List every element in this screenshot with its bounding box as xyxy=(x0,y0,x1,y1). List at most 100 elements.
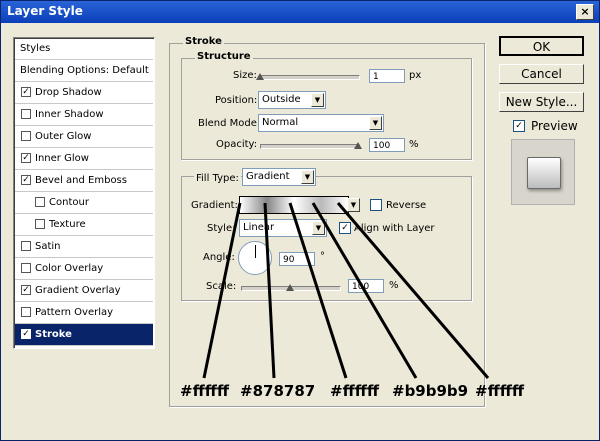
style-item[interactable]: ✓ Drop Shadow xyxy=(15,82,153,104)
fill-type-dropdown[interactable]: Gradient ▼ xyxy=(242,168,316,186)
style-item-label: Texture xyxy=(49,219,86,230)
angle-input[interactable]: 90 xyxy=(279,252,315,266)
preview-thumbnail xyxy=(527,157,561,189)
size-input[interactable]: 1 xyxy=(369,69,405,83)
style-dropdown[interactable]: Linear ▼ xyxy=(239,219,327,237)
angle-dial-needle xyxy=(255,245,256,258)
blend-mode-value: Normal xyxy=(262,117,299,128)
style-item[interactable]: Satin xyxy=(15,236,153,258)
align-with-layer-checkbox[interactable]: ✓ xyxy=(339,222,351,234)
size-slider-track[interactable] xyxy=(260,75,360,80)
style-item-checkbox[interactable] xyxy=(35,197,45,207)
size-unit: px xyxy=(409,70,422,81)
style-item[interactable]: ✓ Stroke xyxy=(15,324,153,346)
chevron-down-icon[interactable]: ▼ xyxy=(369,116,382,130)
style-item-label: Stroke xyxy=(35,329,72,340)
style-item-label: Satin xyxy=(35,241,61,252)
gradient-label: Gradient: xyxy=(191,200,238,211)
style-item[interactable]: Blending Options: Default xyxy=(15,60,153,82)
style-item-label: Contour xyxy=(49,197,89,208)
style-item-label: Color Overlay xyxy=(35,263,104,274)
style-item-checkbox[interactable]: ✓ xyxy=(21,285,31,295)
fill-type-value: Gradient xyxy=(246,171,290,182)
annotation-stop-5: #ffffff xyxy=(475,382,525,400)
position-label: Position: xyxy=(215,95,258,106)
style-item-checkbox[interactable] xyxy=(21,263,31,273)
style-item-label: Drop Shadow xyxy=(35,87,102,98)
scale-input[interactable]: 100 xyxy=(348,279,384,293)
position-dropdown[interactable]: Outside ▼ xyxy=(258,91,326,109)
style-item[interactable]: Inner Shadow xyxy=(15,104,153,126)
style-item-checkbox[interactable]: ✓ xyxy=(21,175,31,185)
style-item[interactable]: Outer Glow xyxy=(15,126,153,148)
style-item[interactable]: ✓ Inner Glow xyxy=(15,148,153,170)
size-label: Size: xyxy=(233,70,257,81)
annotation-stop-2: #878787 xyxy=(240,382,316,400)
blend-mode-dropdown[interactable]: Normal ▼ xyxy=(258,114,384,132)
style-item[interactable]: Contour xyxy=(15,192,153,214)
style-item-label: Gradient Overlay xyxy=(35,285,121,296)
fill-type-label: Fill Type: xyxy=(194,173,241,184)
preview-box xyxy=(511,139,575,205)
style-item-checkbox[interactable]: ✓ xyxy=(21,153,31,163)
style-item-label: Pattern Overlay xyxy=(35,307,114,318)
chevron-down-icon[interactable]: ▼ xyxy=(312,221,325,235)
style-item-checkbox[interactable] xyxy=(21,241,31,251)
scale-unit: % xyxy=(389,280,399,291)
style-item-label: Blending Options: Default xyxy=(20,65,149,76)
new-style-button[interactable]: New Style... xyxy=(499,92,584,112)
layer-style-dialog: Layer Style × Styles Blending Options: D… xyxy=(0,0,600,441)
style-item-checkbox[interactable]: ✓ xyxy=(21,329,31,339)
align-with-layer-label: Align with Layer xyxy=(354,223,435,234)
scale-slider-thumb[interactable] xyxy=(286,284,294,291)
size-slider-thumb[interactable] xyxy=(256,73,264,80)
reverse-checkbox[interactable] xyxy=(370,199,382,211)
style-item-label: Bevel and Emboss xyxy=(35,175,127,186)
annotation-stop-1: #ffffff xyxy=(180,382,230,400)
stroke-group-title: Stroke xyxy=(183,36,224,47)
style-label: Style: xyxy=(207,223,236,234)
styles-header[interactable]: Styles xyxy=(15,38,153,60)
opacity-slider-thumb[interactable] xyxy=(354,142,362,149)
style-item[interactable]: ✓ Bevel and Emboss xyxy=(15,170,153,192)
dialog-title: Layer Style xyxy=(7,4,83,18)
style-item-label: Outer Glow xyxy=(35,131,92,142)
structure-group-title: Structure xyxy=(195,51,253,62)
position-value: Outside xyxy=(262,94,301,105)
styles-header-label: Styles xyxy=(20,43,51,54)
scale-label: Scale: xyxy=(206,281,237,292)
style-item[interactable]: ✓ Gradient Overlay xyxy=(15,280,153,302)
style-item[interactable]: Pattern Overlay xyxy=(15,302,153,324)
style-value: Linear xyxy=(243,222,275,233)
style-item-checkbox[interactable] xyxy=(21,109,31,119)
style-item-checkbox[interactable] xyxy=(35,219,45,229)
title-bar[interactable]: Layer Style × xyxy=(1,1,599,23)
opacity-input[interactable]: 100 xyxy=(369,138,405,152)
style-item-label: Inner Shadow xyxy=(35,109,104,120)
style-item-checkbox[interactable] xyxy=(21,131,31,141)
cancel-button[interactable]: Cancel xyxy=(499,64,584,84)
blend-mode-label: Blend Mode: xyxy=(198,118,261,129)
opacity-slider-track[interactable] xyxy=(260,144,360,149)
chevron-down-icon[interactable]: ▼ xyxy=(301,170,314,184)
annotation-stop-3: #ffffff xyxy=(330,382,380,400)
preview-label: Preview xyxy=(531,119,578,133)
chevron-down-icon[interactable]: ▼ xyxy=(311,93,324,107)
angle-dial[interactable] xyxy=(238,241,272,275)
styles-list: Styles Blending Options: Default ✓ Drop Sh… xyxy=(13,37,155,349)
style-item[interactable]: Color Overlay xyxy=(15,258,153,280)
opacity-unit: % xyxy=(409,139,419,150)
reverse-label: Reverse xyxy=(386,200,427,211)
preview-checkbox[interactable]: ✓ xyxy=(513,120,525,132)
gradient-swatch[interactable] xyxy=(239,196,349,214)
angle-unit: ° xyxy=(320,251,325,262)
style-item-label: Inner Glow xyxy=(35,153,89,164)
close-button[interactable]: × xyxy=(576,4,594,20)
style-item-checkbox[interactable]: ✓ xyxy=(21,87,31,97)
style-item-checkbox[interactable] xyxy=(21,307,31,317)
ok-button[interactable]: OK xyxy=(499,36,584,56)
gradient-chevron-down-icon[interactable]: ▼ xyxy=(347,198,360,212)
opacity-label: Opacity: xyxy=(216,139,258,150)
style-item[interactable]: Texture xyxy=(15,214,153,236)
annotation-stop-4: #b9b9b9 xyxy=(392,382,469,400)
